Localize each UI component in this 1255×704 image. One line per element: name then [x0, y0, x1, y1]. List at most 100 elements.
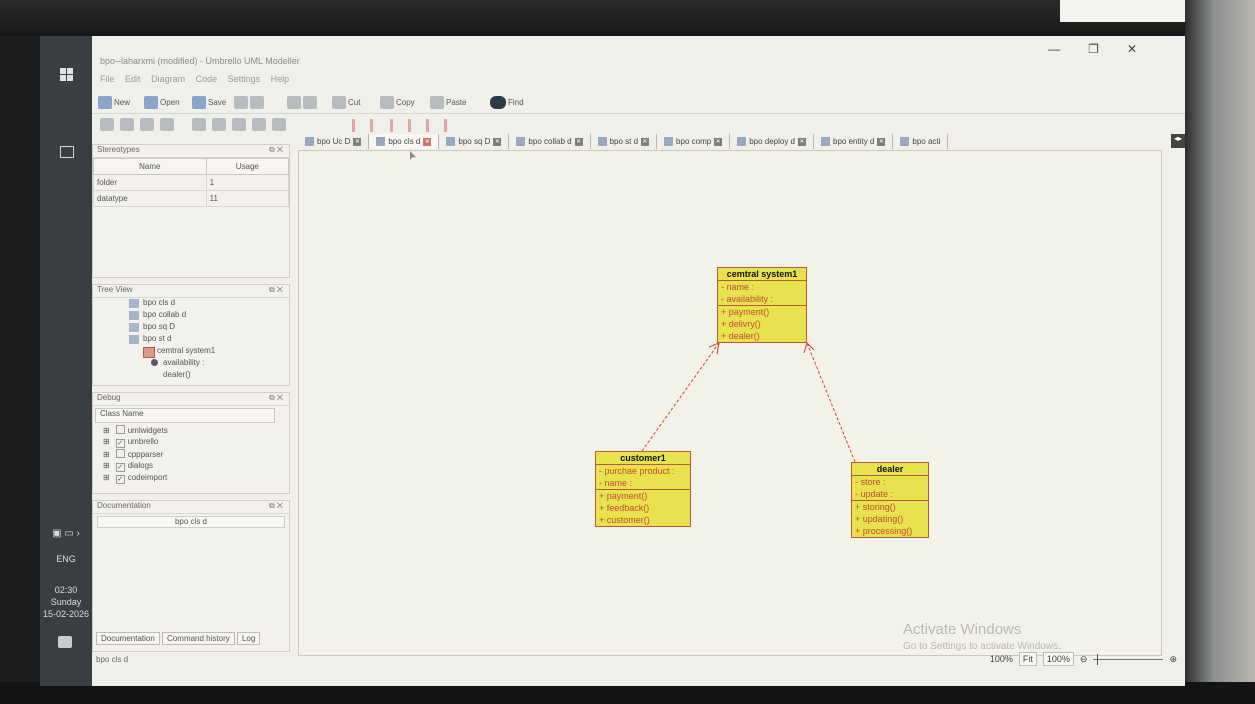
tree-item[interactable]: bpo collab d	[93, 310, 289, 322]
close-icon[interactable]: ✕	[423, 137, 432, 146]
copy-button[interactable]: Copy	[380, 94, 415, 110]
text-tool-icon[interactable]	[272, 118, 286, 131]
tree-item[interactable]: dealer()	[93, 370, 289, 382]
tab-bpo-deploy-d[interactable]: bpo deploy d ✕	[730, 134, 815, 149]
tab-bpo-sq-d[interactable]: bpo sq D ✕	[439, 134, 510, 149]
checkbox[interactable]	[115, 425, 125, 434]
dependency-tool-icon[interactable]	[390, 119, 393, 132]
composition-tool-icon[interactable]	[426, 119, 429, 132]
select-arrow-icon[interactable]	[100, 118, 114, 131]
close-icon[interactable]: ⧉ ✕	[269, 501, 283, 511]
new-button[interactable]: New	[98, 94, 130, 110]
tree-item[interactable]: availability :	[93, 358, 289, 370]
tab-bpo-collab-d[interactable]: bpo collab d ✕	[509, 134, 591, 149]
enum-tool-icon[interactable]	[252, 118, 266, 131]
debug-item[interactable]: ⊞ ✓ umbrello	[93, 437, 289, 449]
close-icon[interactable]: ⧉ ✕	[269, 285, 283, 295]
relation-dealer-central[interactable]	[806, 342, 856, 463]
debug-item[interactable]: ⊞ ✓ codeimport	[93, 473, 289, 485]
windows-start-icon[interactable]	[60, 68, 73, 81]
datatype-tool-icon[interactable]	[232, 118, 246, 131]
debug-item[interactable]: ⊞ ✓ dialogs	[93, 461, 289, 473]
tab-log[interactable]: Log	[236, 632, 261, 645]
print-button[interactable]	[234, 94, 264, 110]
checkbox[interactable]: ✓	[115, 475, 125, 484]
debug-item[interactable]: ⊞ cppparser	[93, 449, 289, 461]
maximize-button[interactable]: ❐	[1088, 42, 1127, 56]
close-icon[interactable]: ✕	[877, 137, 886, 146]
debug-column-header[interactable]: Class Name	[95, 408, 275, 423]
close-icon[interactable]: ✕	[493, 137, 502, 146]
zoom-slider[interactable]	[1093, 653, 1164, 665]
task-view-icon[interactable]	[60, 146, 74, 158]
close-icon[interactable]: ✕	[798, 137, 807, 146]
tab-command-history[interactable]: Command history	[162, 632, 235, 645]
tab-bpo-comp[interactable]: bpo comp ✕	[657, 134, 731, 149]
package-tool-icon[interactable]	[140, 118, 154, 131]
close-icon[interactable]: ⧉ ✕	[269, 393, 283, 403]
open-button[interactable]: Open	[144, 94, 180, 110]
zoom-in-icon[interactable]: ⊕	[1169, 654, 1177, 665]
zoom-100-button[interactable]: 100%	[1042, 652, 1074, 666]
interface-tool-icon[interactable]	[212, 118, 226, 131]
tree-item[interactable]: bpo cls d	[93, 298, 289, 310]
tab-bpo-entity-d[interactable]: bpo entity d ✕	[814, 134, 894, 149]
close-icon[interactable]: ⧉ ✕	[269, 145, 283, 155]
tree-item[interactable]: bpo sq D	[93, 322, 289, 334]
class-customer[interactable]: customer1 - purchae product : - name : +…	[595, 451, 691, 527]
notification-icon[interactable]	[58, 636, 72, 648]
class-dealer[interactable]: dealer - store : - update : + storing() …	[851, 462, 929, 538]
documentation-name-field[interactable]: bpo cls d	[97, 516, 285, 528]
zoom-out-icon[interactable]: ⊖	[1080, 654, 1088, 665]
tree-item[interactable]: bpo st d	[93, 334, 289, 346]
generalization-tool-icon[interactable]	[370, 119, 373, 132]
undo-button[interactable]	[287, 94, 317, 110]
taskbar-clock[interactable]: 02:30 Sunday 15-02-2026	[40, 584, 92, 620]
menu-code[interactable]: Code	[196, 74, 218, 84]
aggregation-tool-icon[interactable]	[408, 119, 411, 132]
paste-button[interactable]: Paste	[430, 94, 466, 110]
realization-tool-icon[interactable]	[444, 119, 447, 132]
tab-documentation[interactable]: Documentation	[96, 632, 160, 645]
column-header-name[interactable]: Name	[93, 158, 207, 175]
menu-help[interactable]: Help	[271, 74, 290, 84]
debug-item-label: cppparser	[127, 450, 164, 459]
tab-bpo-cls-d[interactable]: bpo cls d ✕	[369, 134, 440, 149]
menu-settings[interactable]: Settings	[228, 74, 261, 84]
close-icon[interactable]: ✕	[641, 137, 650, 146]
menu-diagram[interactable]: Diagram	[151, 74, 185, 84]
find-button[interactable]: Find	[490, 94, 524, 110]
fit-button[interactable]: Fit	[1018, 652, 1037, 666]
tab-bpo-acti[interactable]: bpo acti	[893, 134, 949, 149]
minimize-button[interactable]: —	[1048, 42, 1088, 56]
tab-bpo-st-d[interactable]: bpo st d ✕	[590, 134, 658, 149]
language-indicator[interactable]: ENG	[40, 554, 92, 564]
align-tool-icon[interactable]	[192, 118, 206, 131]
class-central-system[interactable]: cemtral system1 - name : - availability …	[717, 267, 807, 343]
close-icon[interactable]: ✕	[574, 137, 583, 146]
table-row[interactable]: datatype 11	[93, 190, 290, 207]
checkbox[interactable]: ✓	[115, 439, 125, 448]
close-button[interactable]: ✕	[1127, 42, 1165, 56]
save-button[interactable]: Save	[192, 94, 226, 110]
debug-item[interactable]: ⊞ umlwidgets	[93, 425, 289, 437]
component-tool-icon[interactable]	[160, 118, 174, 131]
class-tool-icon[interactable]	[120, 118, 134, 131]
checkbox[interactable]	[115, 449, 125, 458]
attributes-section: - store : - update :	[852, 476, 928, 501]
tab-scroll-arrows[interactable]: ◂▸	[1171, 134, 1185, 148]
checkbox[interactable]: ✓	[115, 463, 125, 472]
relation-customer-central[interactable]	[641, 342, 720, 452]
diagram-canvas[interactable]: cemtral system1 - name : - availability …	[298, 150, 1162, 656]
menu-edit[interactable]: Edit	[125, 74, 141, 84]
tray-icons[interactable]: ▣ ▭ ›	[40, 528, 92, 539]
association-tool-icon[interactable]	[352, 119, 355, 132]
menu-file[interactable]: File	[100, 74, 115, 84]
tab-bpo-uc-d[interactable]: bpo Uc D ✕	[298, 134, 370, 149]
tree-item[interactable]: cemtral system1	[93, 346, 289, 358]
close-icon[interactable]: ✕	[353, 137, 362, 146]
table-row[interactable]: folder 1	[93, 174, 290, 191]
cut-button[interactable]: Cut	[332, 94, 360, 110]
column-header-usage[interactable]: Usage	[205, 158, 290, 175]
close-icon[interactable]: ✕	[714, 137, 723, 146]
